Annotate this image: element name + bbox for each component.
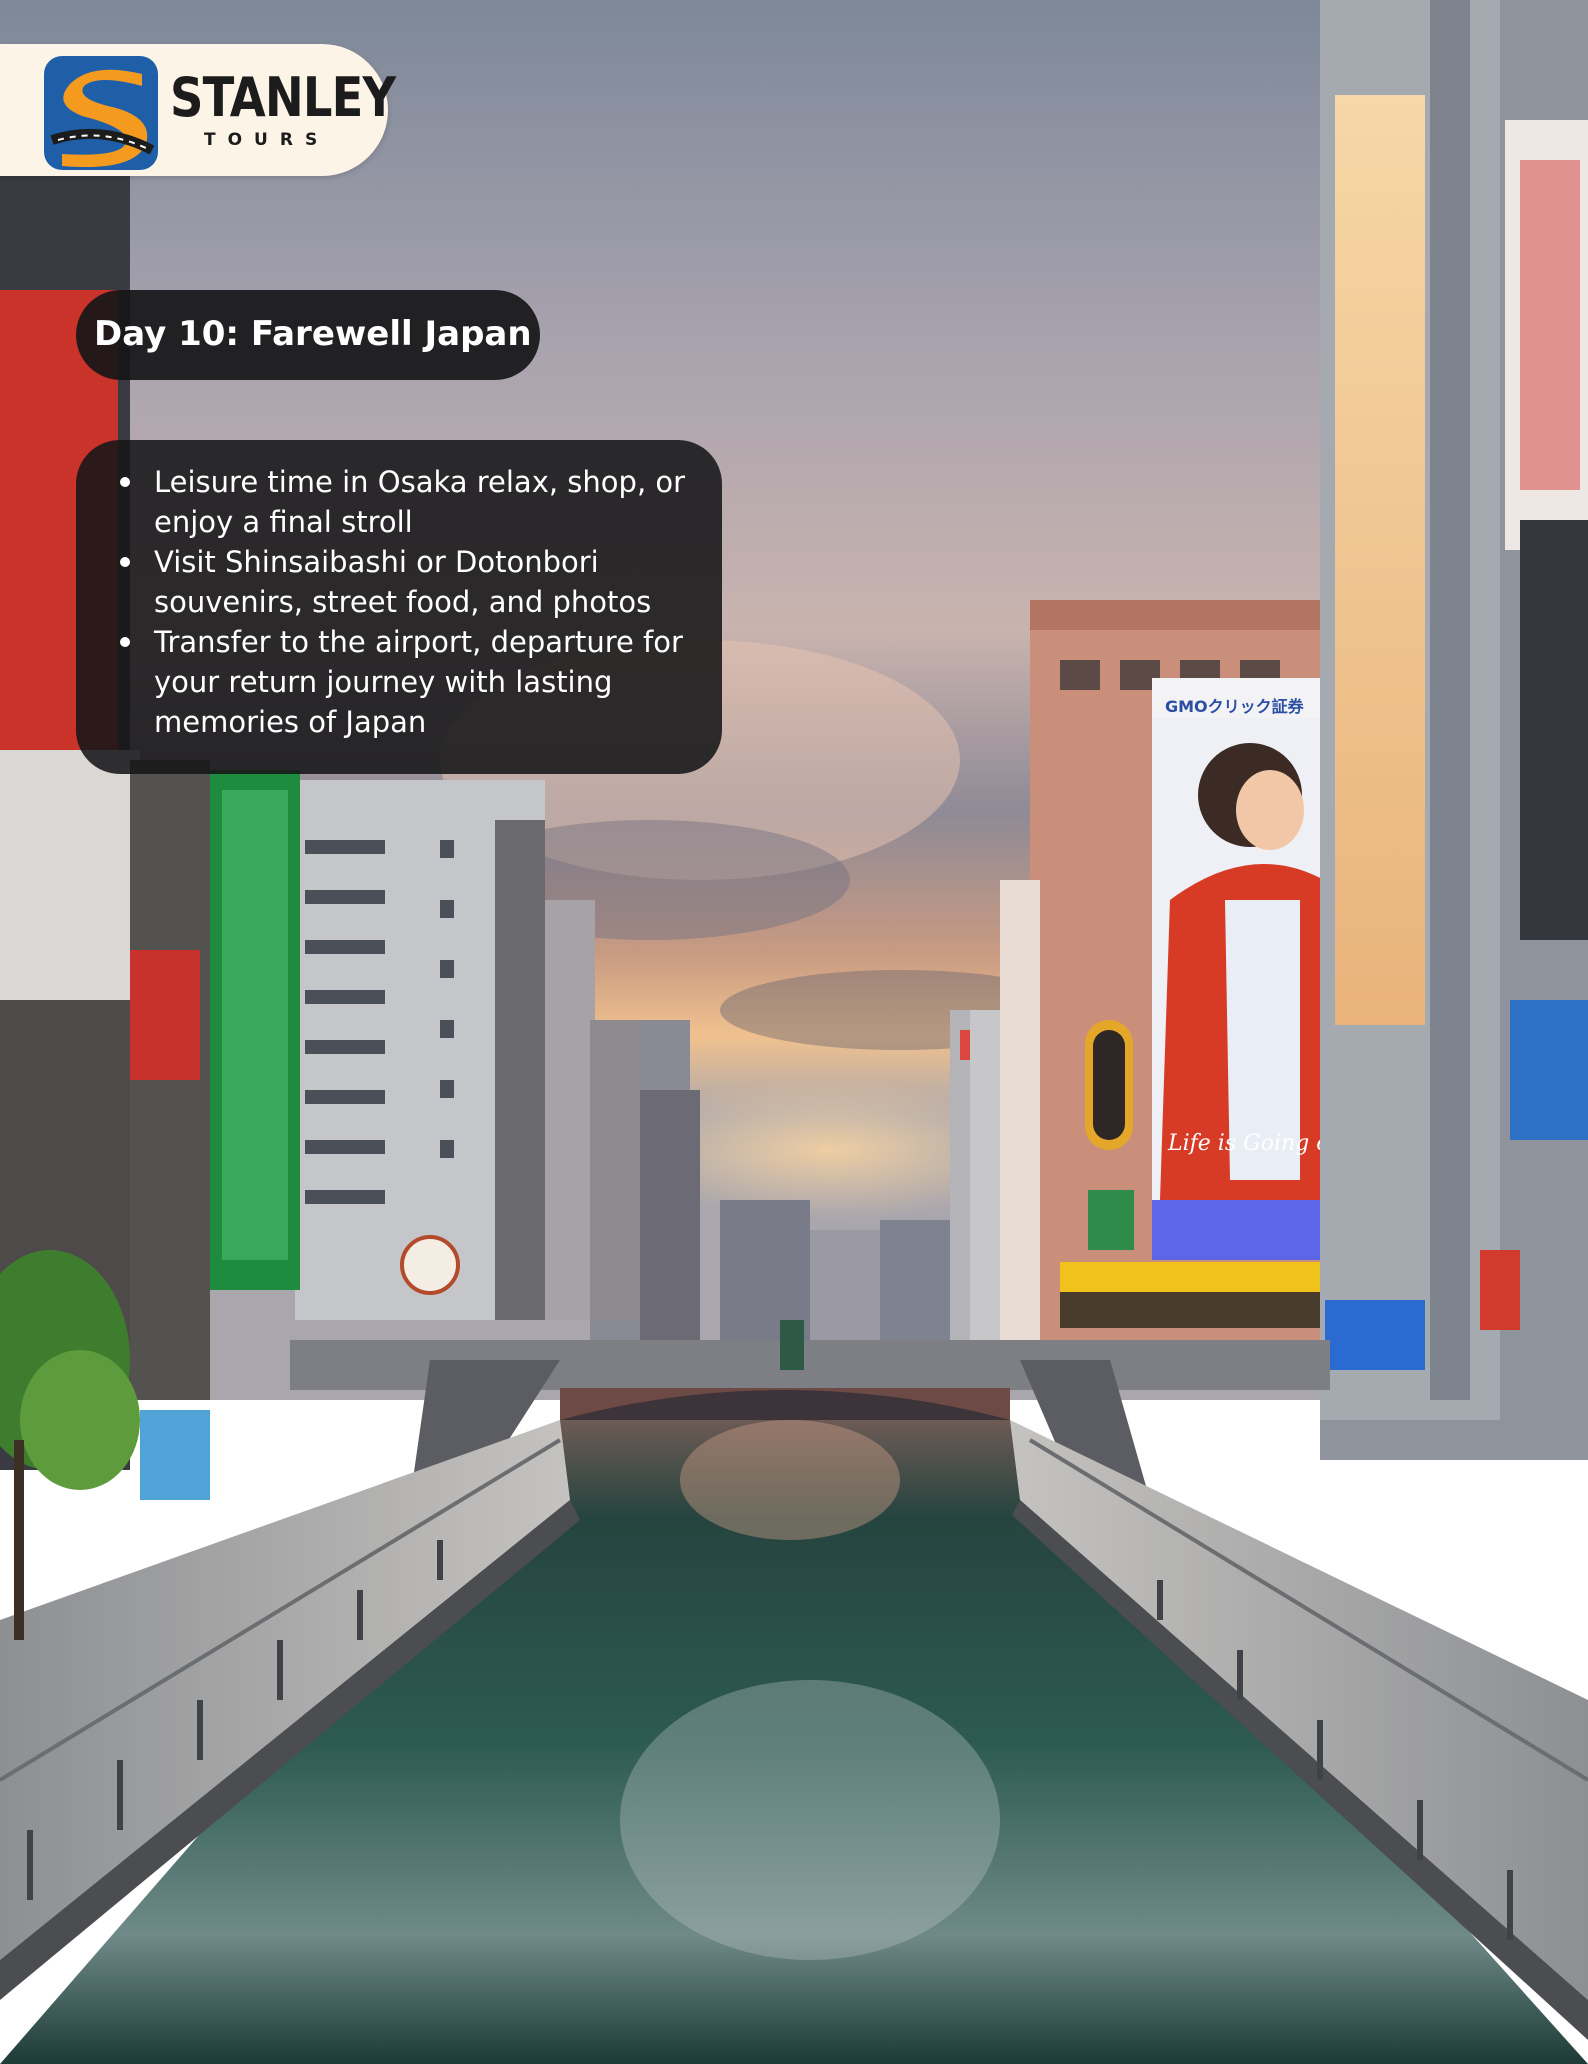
logo-name: STANLEY [170,66,396,129]
itinerary-panel: Leisure time in Osaka relax, shop, or en… [76,440,722,774]
billboard-text: Life is Going on [1167,1131,1344,1156]
brand-logo: STANLEY TOURS [0,44,396,176]
page-title: Day 10: Farewell Japan [94,314,532,354]
day-title-pill: Day 10: Farewell Japan [76,290,540,380]
list-item: Visit Shinsaibashi or Dotonbori souvenir… [116,542,716,622]
stanley-logo-icon [44,56,158,170]
svg-text:GMOクリック証券: GMOクリック証券 [1165,697,1305,716]
list-item: Transfer to the airport, departure for y… [116,622,716,742]
logo-tagline: TOURS [204,130,330,150]
list-item: Leisure time in Osaka relax, shop, or en… [116,462,716,542]
itinerary-list: Leisure time in Osaka relax, shop, or en… [116,462,716,742]
